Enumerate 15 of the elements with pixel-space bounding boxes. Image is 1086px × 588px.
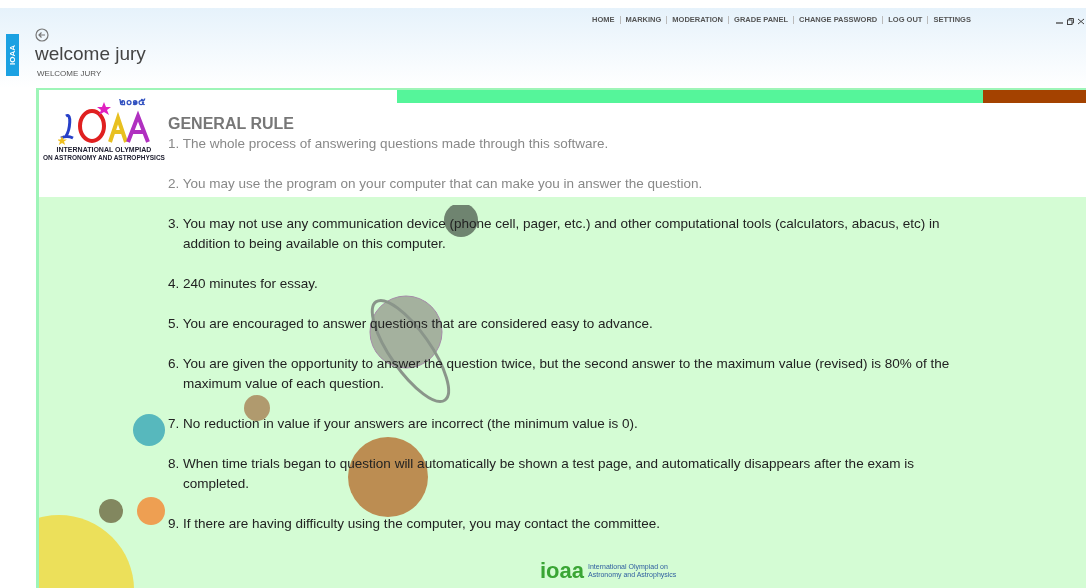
rule-text: 6. You are given the opportunity to answer the question twice, but the second answer to the maximum value (revised) is 80% of the maximum value of each question. (168, 355, 951, 393)
page-subtitle: WELCOME JURY (37, 68, 103, 80)
restore-icon[interactable] (1067, 18, 1074, 25)
rule-text: 4. 240 minutes for essay. (168, 275, 319, 293)
back-arrow-icon[interactable] (35, 28, 49, 42)
rule-text: 1. The whole process of answering questions made through this software. (168, 135, 610, 153)
rule-text: 7. No reduction in value if your answers are incorrect (the minimum value is 0). (168, 415, 639, 433)
close-icon[interactable] (1078, 18, 1084, 25)
rule-text: 2. You may use the program on your computer that can make you in answer the question. (168, 175, 704, 193)
rule-text: 5. You are encouraged to answer questions that are considered easy to advance. (168, 315, 654, 333)
section-heading: GENERAL RULE (168, 114, 295, 134)
logo-year: ๒๐๑๕ (118, 95, 146, 109)
rule-text: 9. If there are having difficulty using the computer, you may contact the committee. (168, 515, 661, 533)
footer-logo: ioaa (540, 560, 585, 582)
page-title: welcome jury (35, 43, 146, 65)
